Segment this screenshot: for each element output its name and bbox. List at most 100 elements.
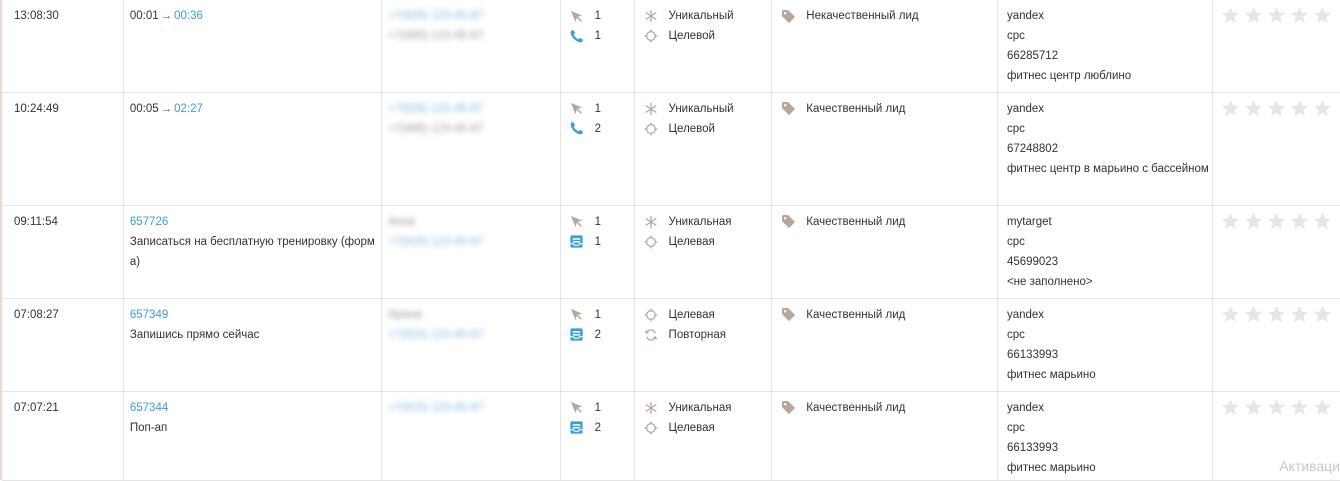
utm-value: фитнес центр в марьино с бассейном — [1006, 162, 1209, 175]
contact-phone[interactable]: +7(926) 123-45-67 — [388, 99, 560, 119]
star-icon[interactable] — [1221, 6, 1240, 32]
lead-tag-label: Качественный лид — [806, 308, 906, 321]
star-icon[interactable] — [1267, 6, 1286, 32]
source-cell: mytarget cpc 45699023 <не заполнено> — [997, 205, 1214, 299]
star-icon[interactable] — [1313, 212, 1332, 238]
contact-phone[interactable]: +7(925) 123-45-67 — [388, 6, 560, 26]
tag-cell: Некачественный лид — [771, 0, 998, 93]
star-icon[interactable] — [1290, 99, 1309, 125]
form-id-link[interactable]: 657344 — [130, 398, 381, 418]
table-row[interactable]: 07:07:21 657344 Поп-ап +7(915) 123-45-67 1 2 У… — [2, 391, 1340, 481]
talk-time-link[interactable]: 00:36 — [174, 10, 203, 22]
form-id-link[interactable]: 657726 — [130, 212, 381, 232]
star-icon[interactable] — [1313, 99, 1332, 125]
star-icon[interactable] — [1267, 212, 1286, 238]
contact-phone[interactable]: +7(915) 123-45-67 — [388, 325, 560, 345]
star-icon[interactable] — [1244, 398, 1263, 424]
lead-tag[interactable]: Некачественный лид — [780, 6, 997, 26]
contact-phone[interactable]: +7(916) 123-45-67 — [388, 232, 560, 252]
lead-tag[interactable]: Качественный лид — [780, 212, 997, 232]
star-icon[interactable] — [1221, 212, 1240, 238]
utm-value: cpc — [1006, 122, 1025, 135]
lead-type-item: Целевая — [643, 305, 772, 325]
star-rating[interactable] — [1221, 212, 1340, 238]
asterisk-icon — [643, 214, 659, 230]
activity-cell: 11 — [560, 205, 635, 299]
cursor-icon — [569, 214, 585, 230]
star-rating[interactable] — [1221, 305, 1340, 331]
contact-phone-secondary: +7(495) 123-45-67 — [387, 30, 484, 42]
contact-phone[interactable]: +7(915) 123-45-67 — [388, 398, 560, 418]
lead-type-cell: Уникальный Целевой — [634, 0, 773, 93]
form-title: Запишись прямо сейчас — [129, 328, 260, 341]
detail-cell: 657349 Запишись прямо сейчас — [123, 298, 382, 392]
tag-cell: Качественный лид — [771, 92, 998, 206]
star-icon[interactable] — [1221, 398, 1240, 424]
star-icon[interactable] — [1290, 398, 1309, 424]
utm-value: 66133993 — [1006, 348, 1059, 361]
lead-tag[interactable]: Качественный лид — [780, 398, 997, 418]
table-row[interactable]: 13:08:30 00:01 → 00:36 +7(925) 123-45-67 +7(4… — [2, 0, 1340, 93]
cursor-icon — [569, 307, 585, 323]
star-rating[interactable] — [1221, 6, 1340, 32]
utm-value: фитнес центр люблино — [1006, 70, 1132, 82]
star-icon[interactable] — [1221, 305, 1240, 331]
lead-type-label: Уникальный — [668, 10, 734, 22]
table-row[interactable]: 07:08:27 657349 Запишись прямо сейчас Ирина… — [2, 298, 1340, 392]
activity-item: 1 — [569, 26, 634, 46]
arrow-icon: → — [160, 102, 173, 115]
utm-value: mytarget — [1006, 215, 1052, 228]
lead-tag-label: Качественный лид — [806, 401, 906, 414]
form-icon — [569, 327, 585, 343]
star-icon[interactable] — [1313, 398, 1332, 424]
star-icon[interactable] — [1267, 99, 1286, 125]
star-icon[interactable] — [1313, 305, 1332, 331]
detail-cell: 00:01 → 00:36 — [123, 0, 382, 93]
lead-type-item: Уникальная — [643, 212, 772, 232]
utm-value: yandex — [1006, 401, 1045, 414]
star-icon[interactable] — [1244, 6, 1263, 32]
utm-value: 67248802 — [1006, 142, 1059, 155]
lead-tag-label: Качественный лид — [806, 102, 906, 115]
phone-icon — [569, 28, 585, 44]
tag-icon — [780, 214, 796, 230]
utm-value: yandex — [1006, 10, 1045, 22]
star-icon[interactable] — [1290, 305, 1309, 331]
star-icon[interactable] — [1267, 305, 1286, 331]
lead-type-label: Уникальная — [668, 401, 732, 414]
call-time: 07:08:27 — [14, 308, 59, 321]
star-icon[interactable] — [1244, 305, 1263, 331]
table-row[interactable]: 09:11:54 657726 Записаться на бесплатную т… — [2, 205, 1340, 299]
lead-tag[interactable]: Качественный лид — [780, 99, 997, 119]
star-icon[interactable] — [1244, 212, 1263, 238]
time-cell: 09:11:54 — [2, 205, 124, 299]
star-icon[interactable] — [1290, 212, 1309, 238]
form-icon — [569, 420, 585, 436]
activity-count: 1 — [594, 102, 602, 115]
form-id-link[interactable]: 657349 — [130, 305, 381, 325]
leads-table: 13:08:30 00:01 → 00:36 +7(925) 123-45-67 +7(4… — [2, 0, 1340, 481]
rating-cell — [1212, 205, 1340, 299]
contact-cell: +7(915) 123-45-67 — [381, 391, 561, 481]
talk-time-link[interactable]: 02:27 — [174, 103, 203, 115]
star-icon[interactable] — [1290, 6, 1309, 32]
activity-cell: 11 — [560, 0, 635, 93]
rating-cell — [1212, 298, 1340, 392]
star-rating[interactable] — [1221, 398, 1340, 424]
utm-value: 45699023 — [1006, 255, 1059, 268]
detail-cell: 00:05 → 02:27 — [123, 92, 382, 206]
table-row[interactable]: 10:24:49 00:05 → 02:27 +7(926) 123-45-67 +7(4… — [2, 92, 1340, 206]
tag-cell: Качественный лид — [771, 391, 998, 481]
activity-item: 2 — [569, 325, 634, 345]
star-icon[interactable] — [1313, 6, 1332, 32]
call-time: 07:07:21 — [14, 401, 59, 414]
star-icon[interactable] — [1244, 99, 1263, 125]
star-icon[interactable] — [1221, 99, 1240, 125]
lead-tag[interactable]: Качественный лид — [780, 305, 997, 325]
star-icon[interactable] — [1267, 398, 1286, 424]
call-time: 13:08:30 — [14, 10, 59, 22]
utm-value: cpc — [1006, 235, 1025, 248]
star-rating[interactable] — [1221, 99, 1340, 125]
utm-value: 66133993 — [1006, 441, 1059, 454]
activity-item: 1 — [569, 212, 634, 232]
